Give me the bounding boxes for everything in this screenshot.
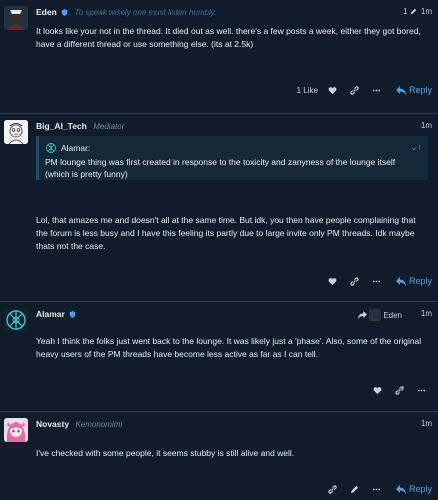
avatar[interactable]: [4, 308, 28, 332]
user-title: Kemonomimi: [75, 420, 123, 429]
post-body: Yeah I think the folks just went back to…: [36, 336, 422, 359]
reply-to-avatar: [369, 309, 382, 321]
share-button[interactable]: [344, 82, 366, 98]
post-eden: Eden To speak wisely one must listen hum…: [0, 0, 438, 113]
more-button[interactable]: [366, 82, 388, 98]
share-button[interactable]: [322, 481, 344, 497]
post-date[interactable]: 1 1m: [403, 7, 432, 16]
post-body: Lol, that amazes me and doesn't all at t…: [36, 215, 416, 251]
post-controls: [366, 382, 432, 398]
link-icon: [350, 85, 360, 95]
username[interactable]: Eden: [36, 7, 57, 17]
ellipsis-icon: [417, 389, 425, 391]
like-button[interactable]: [322, 273, 344, 289]
relative-date: 1m: [420, 7, 432, 16]
ellipsis-icon: [373, 488, 381, 490]
post-body: I've checked with some people, it seems …: [36, 448, 295, 458]
quote-author: Alamar:: [61, 143, 91, 153]
jump-to-quote-icon[interactable]: ↑: [418, 142, 423, 152]
pencil-icon: [351, 485, 359, 493]
quote-avatar: [45, 142, 57, 154]
post-date[interactable]: 1m: [421, 419, 432, 428]
reply-label: Reply: [408, 276, 432, 286]
post-alamar: Alamar Eden 1m Yeah I think the folks ju…: [0, 301, 438, 411]
edit-button[interactable]: [344, 481, 366, 497]
share-button[interactable]: [344, 273, 366, 289]
avatar[interactable]: [4, 120, 28, 144]
sketch-face-icon: [4, 120, 28, 144]
ellipsis-icon: [373, 280, 381, 282]
reply-label: Reply: [408, 484, 432, 494]
user-title: To speak wisely one must listen humbly.: [74, 8, 217, 17]
quote-text: PM lounge thing was first created in res…: [45, 157, 396, 179]
heart-icon: [329, 86, 337, 94]
reply-to-name: Eden: [383, 310, 402, 320]
ellipsis-icon: [373, 89, 381, 91]
share-arrow-icon: [358, 311, 368, 319]
expand-quote-icon[interactable]: ⌄: [410, 142, 418, 152]
post-big-ai-tech: Big_AI_Tech Mediator 1m Alamar: ⌄↑ PM lo…: [0, 113, 438, 301]
reply-button[interactable]: Reply: [395, 484, 432, 494]
more-button[interactable]: [366, 273, 388, 289]
avatar[interactable]: [4, 6, 28, 30]
reply-icon: [395, 85, 406, 95]
quote-block: Alamar: ⌄↑ PM lounge thing was first cre…: [36, 136, 428, 180]
like-button[interactable]: [322, 82, 344, 98]
alamar-emblem-icon: [4, 308, 28, 332]
username[interactable]: Novasty: [36, 419, 69, 429]
link-icon: [350, 276, 360, 286]
pencil-icon: [410, 8, 416, 15]
eden-avatar-icon: [4, 6, 28, 30]
more-button[interactable]: [366, 481, 388, 497]
more-button[interactable]: [410, 382, 432, 398]
avatar[interactable]: [4, 418, 28, 442]
reply-to-tab[interactable]: Eden: [358, 309, 402, 321]
post-date[interactable]: 1m: [421, 121, 432, 130]
like-count[interactable]: 1 Like: [297, 86, 318, 95]
username[interactable]: Alamar: [36, 309, 65, 319]
share-button[interactable]: [388, 382, 410, 398]
like-button[interactable]: [366, 382, 388, 398]
quote-controls: ⌄↑: [410, 142, 422, 153]
alamar-emblem-icon: [45, 142, 57, 154]
reply-button[interactable]: Reply: [395, 276, 432, 286]
shield-icon: [61, 9, 68, 17]
post-controls: 1 Like Reply: [297, 82, 432, 98]
post-date[interactable]: 1m: [421, 309, 432, 318]
quote-header: Alamar:: [45, 142, 90, 154]
username[interactable]: Big_AI_Tech: [36, 121, 87, 131]
edit-count: 1: [402, 7, 408, 16]
reply-label: Reply: [408, 85, 432, 95]
post-novasty: Novasty Kemonomimi 1m I've checked with …: [0, 411, 438, 500]
eden-avatar-icon: [369, 309, 382, 321]
post-controls: Reply: [322, 481, 432, 497]
post-body: It looks like your not in the thread. It…: [36, 26, 421, 49]
heart-icon: [373, 386, 381, 394]
anime-girl-avatar-icon: [4, 418, 28, 442]
reply-button[interactable]: Reply: [395, 85, 432, 95]
heart-icon: [329, 277, 337, 285]
link-icon: [394, 385, 404, 395]
link-icon: [328, 484, 338, 494]
post-controls: Reply: [322, 273, 432, 289]
reply-icon: [395, 484, 406, 494]
shield-icon: [69, 311, 76, 319]
user-title: Mediator: [93, 122, 125, 131]
reply-icon: [395, 276, 406, 286]
